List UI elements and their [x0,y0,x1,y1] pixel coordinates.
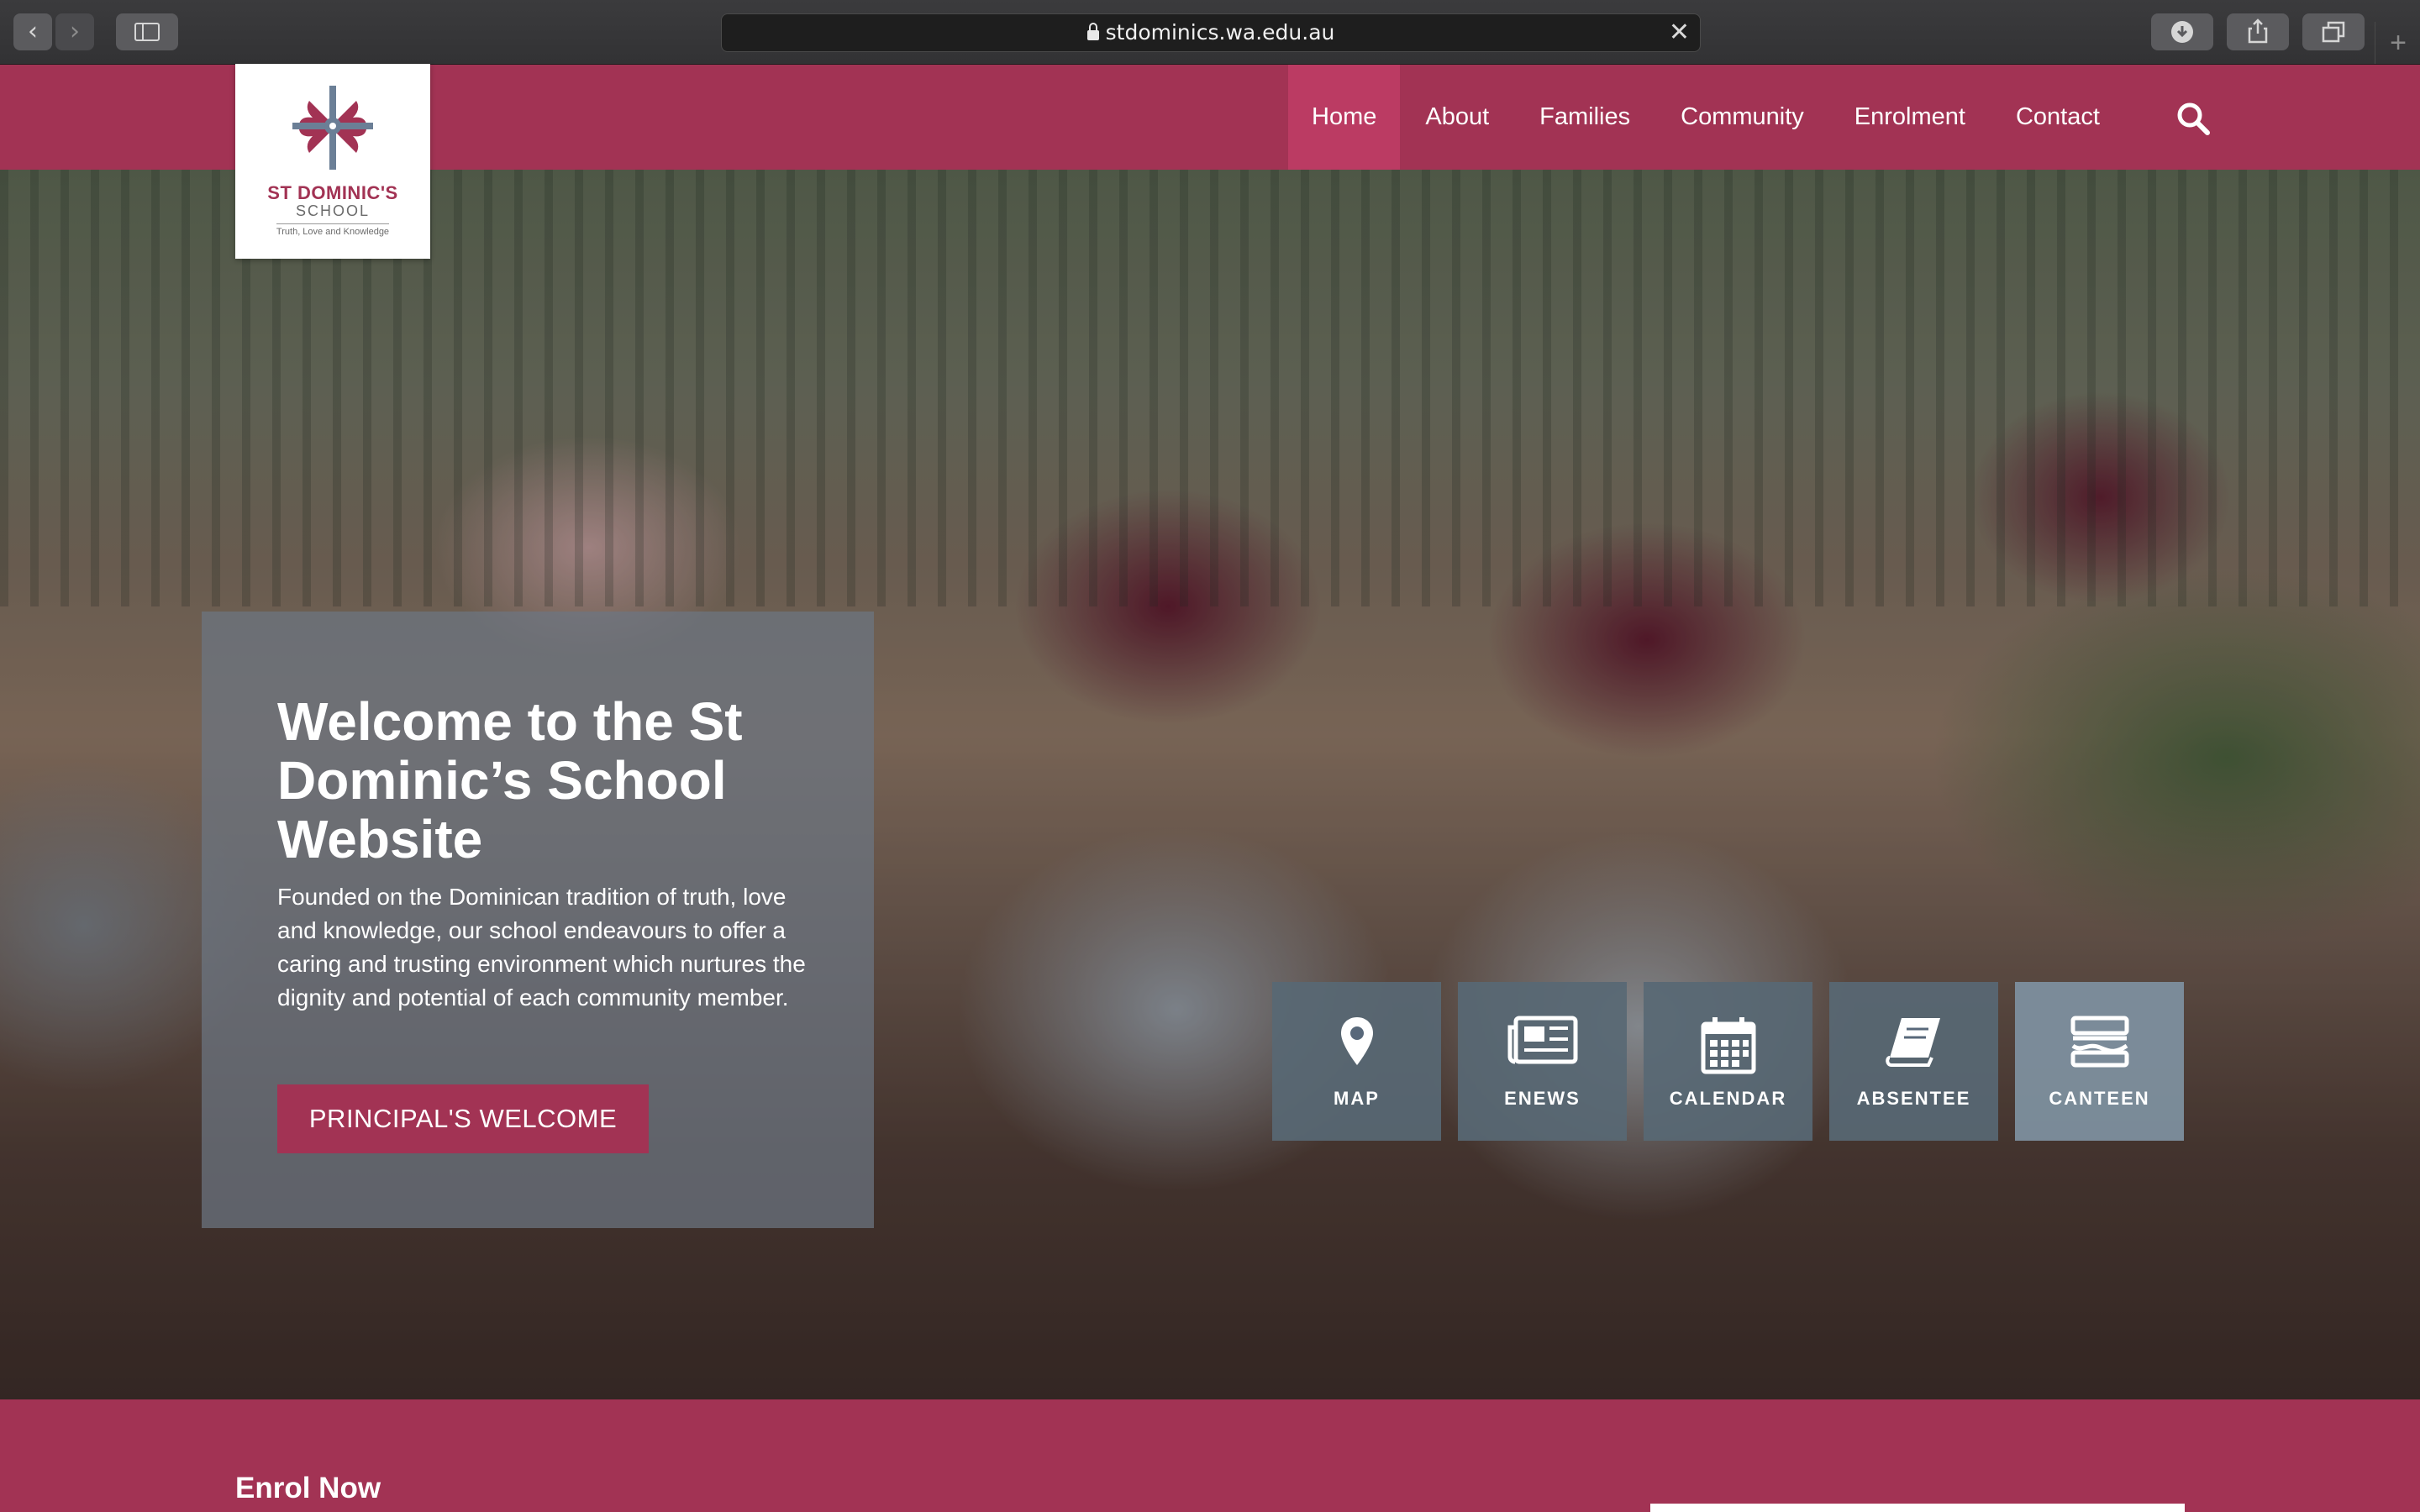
welcome-text: Founded on the Dominican tradition of tr… [277,884,806,1011]
forward-button[interactable]: › [55,13,94,50]
nav-home[interactable]: Home [1288,65,1401,170]
canteen-icon [2070,1016,2128,1068]
lock-icon [1086,23,1099,40]
welcome-panel: Welcome to the St Dominic’s School Websi… [202,612,874,1228]
nav-about[interactable]: About [1400,65,1514,170]
quick-link-label: ENEWS [1504,1088,1581,1109]
book-icon [1885,1018,1940,1067]
sidebar-icon [134,23,160,41]
new-tab-button[interactable]: + [2375,22,2420,64]
tabs-icon [2322,21,2345,43]
map-pin-icon [1340,1017,1373,1065]
search-button[interactable] [2176,102,2210,135]
quick-link-calendar[interactable]: CALENDAR [1644,982,1812,1141]
nav-contact[interactable]: Contact [1991,65,2125,170]
calendar-icon [1701,1017,1755,1074]
share-icon [2248,18,2268,44]
tabs-overview-button[interactable] [2302,13,2365,50]
enrol-input-edge [1650,1504,2185,1512]
search-icon [2177,102,2210,135]
quick-link-label: CALENDAR [1669,1088,1787,1109]
newspaper-icon [1507,1016,1577,1064]
nav-community[interactable]: Community [1655,65,1829,170]
school-logo[interactable]: ST DOMINIC'S SCHOOL Truth, Love and Know… [235,64,430,259]
quick-link-label: MAP [1334,1088,1380,1109]
url-text: stdominics.wa.edu.au [1105,20,1335,45]
hero-banner: Welcome to the St Dominic’s School Websi… [0,170,2420,1399]
quick-link-enews[interactable]: ENEWS [1458,982,1627,1141]
address-bar[interactable]: stdominics.wa.edu.au ✕ [721,13,1701,52]
share-button[interactable] [2227,13,2289,50]
welcome-title: Welcome to the St Dominic’s School Websi… [277,691,743,869]
logo-school-name: ST DOMINIC'S [267,182,398,203]
quick-links: MAP ENEWS CALENDAR ABSENTEE CANTEEN [1272,982,2184,1141]
quick-link-label: ABSENTEE [1856,1088,1971,1109]
quick-link-absentee[interactable]: ABSENTEE [1829,982,1998,1141]
quick-link-canteen[interactable]: CANTEEN [2015,982,2184,1141]
quick-link-map[interactable]: MAP [1272,982,1441,1141]
logo-school-sub: SCHOOL [295,202,371,219]
clear-url-button[interactable]: ✕ [1669,14,1690,51]
cross-emblem-icon [292,86,373,170]
main-nav: Home About Families Community Enrolment … [1288,65,2125,170]
logo-tagline: Truth, Love and Knowledge [276,223,390,237]
browser-toolbar: ‹ › stdominics.wa.edu.au ✕ + [0,0,2420,65]
nav-enrolment[interactable]: Enrolment [1829,65,1991,170]
downloads-button[interactable] [2151,13,2213,50]
sidebar-toggle-button[interactable] [116,13,178,50]
download-icon [2171,21,2193,43]
enrol-section: Enrol Now [0,1399,2420,1512]
back-button[interactable]: ‹ [13,13,52,50]
principals-welcome-button[interactable]: PRINCIPAL'S WELCOME [277,1084,649,1153]
enrol-now-heading: Enrol Now [235,1472,381,1504]
nav-families[interactable]: Families [1514,65,1655,170]
quick-link-label: CANTEEN [2049,1088,2150,1109]
